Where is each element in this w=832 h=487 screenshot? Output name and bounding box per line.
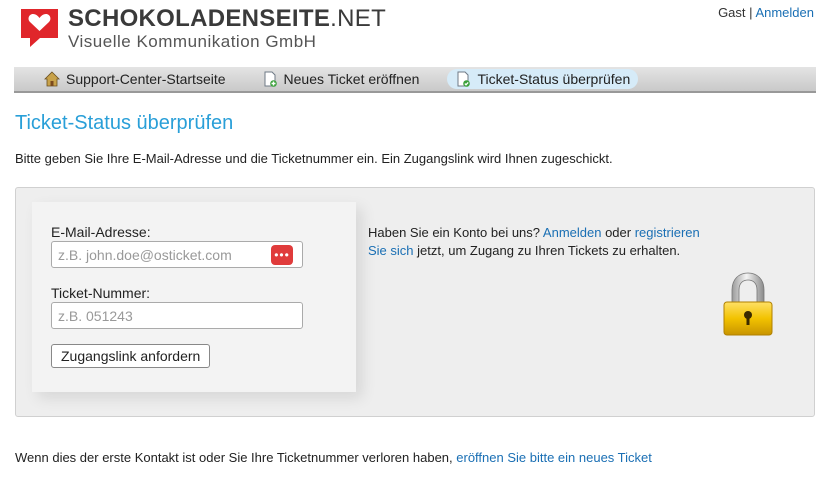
nav-item-label: Ticket-Status überprüfen [477, 71, 631, 87]
info-login-link[interactable]: Anmelden [543, 225, 602, 240]
ticket-status-icon [457, 71, 471, 87]
new-ticket-link[interactable]: eröffnen Sie bitte ein neues Ticket [456, 450, 652, 465]
guest-label: Gast [718, 5, 746, 20]
password-manager-icon[interactable]: ••• [271, 245, 293, 265]
nav-item-label: Support-Center-Startseite [66, 71, 226, 87]
account-info: Haben Sie ein Konto bei uns? Anmelden od… [368, 224, 708, 260]
nav-item-new-ticket[interactable]: Neues Ticket eröffnen [254, 69, 428, 89]
brand-name: SCHOKOLADENSEITE.NET [68, 5, 387, 32]
nav-item-home[interactable]: Support-Center-Startseite [36, 69, 234, 89]
ticket-number-input[interactable] [51, 302, 303, 329]
login-link[interactable]: Anmelden [755, 5, 814, 20]
page-title: Ticket-Status überprüfen [15, 112, 234, 134]
lock-icon [723, 272, 773, 336]
main-nav: Support-Center-Startseite Neues Ticket e… [14, 67, 816, 93]
info-text: jetzt, um Zugang zu Ihren Tickets zu erh… [413, 243, 681, 258]
page-intro: Bitte geben Sie Ihre E-Mail-Adresse und … [15, 151, 613, 166]
email-input[interactable] [51, 241, 303, 268]
home-icon [44, 71, 60, 87]
new-ticket-icon [264, 71, 277, 87]
nav-item-ticket-status[interactable]: Ticket-Status überprüfen [447, 69, 639, 89]
email-label: E-Mail-Adresse: [51, 224, 151, 240]
user-bar: Gast | Anmelden [718, 5, 814, 20]
info-text: Haben Sie ein Konto bei uns? [368, 225, 543, 240]
chat-heart-logo-icon [21, 9, 58, 47]
ticket-check-panel: E-Mail-Adresse: ••• Ticket-Nummer: Zugan… [15, 187, 815, 417]
info-text: oder [601, 225, 635, 240]
request-access-link-button[interactable]: Zugangslink anfordern [51, 344, 211, 368]
nav-item-label: Neues Ticket eröffnen [283, 71, 420, 87]
brand-subtitle: Visuelle Kommunikation GmbH [68, 32, 317, 51]
separator: | [749, 5, 753, 20]
site-logo[interactable]: SCHOKOLADENSEITE.NET Visuelle Kommunikat… [18, 6, 386, 51]
footer-text: Wenn dies der erste Kontakt ist oder Sie… [15, 450, 457, 465]
footer-note: Wenn dies der erste Kontakt ist oder Sie… [15, 450, 652, 465]
ticket-number-label: Ticket-Nummer: [51, 285, 151, 301]
